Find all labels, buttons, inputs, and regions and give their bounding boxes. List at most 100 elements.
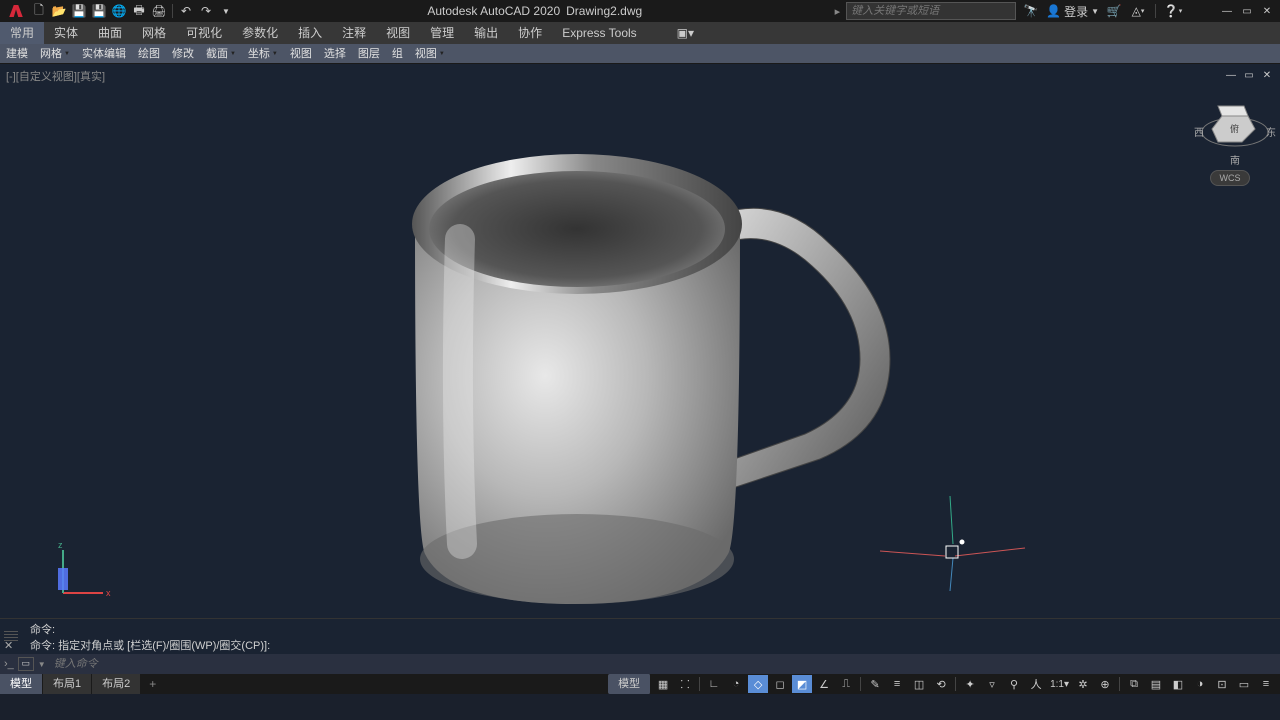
wcs-button[interactable]: WCS xyxy=(1210,170,1250,186)
command-dropdown-icon[interactable]: ▼ xyxy=(38,660,50,669)
ribbon-tab-solid[interactable]: 实体 xyxy=(44,22,88,44)
cart-icon[interactable]: 🛒 xyxy=(1105,2,1123,20)
isodraft-icon[interactable]: ◇ xyxy=(748,675,768,693)
panel-solid-edit[interactable]: 实体编辑 xyxy=(76,44,132,64)
help-icon[interactable]: ❔▾ xyxy=(1164,2,1182,20)
annoscale-icon[interactable]: 人 xyxy=(1026,675,1046,693)
annotation-icon[interactable]: ⚲ xyxy=(1004,675,1024,693)
gizmo-icon[interactable]: ✦ xyxy=(960,675,980,693)
viewcube[interactable]: 俯 西 东 南 WCS xyxy=(1200,94,1270,204)
command-input[interactable] xyxy=(54,658,1276,670)
panel-layer[interactable]: 图层 xyxy=(352,44,386,64)
panel-view[interactable]: 视图 xyxy=(284,44,318,64)
panel-modify[interactable]: 修改 xyxy=(166,44,200,64)
cycling-icon[interactable]: ⟲ xyxy=(931,675,951,693)
panel-section[interactable]: 截面▼ xyxy=(200,44,242,64)
command-close-icon[interactable]: ✕ xyxy=(4,639,13,652)
scale-label[interactable]: 1:1▾ xyxy=(1048,679,1071,690)
web-icon[interactable]: 🌐 xyxy=(110,2,128,20)
viewport-minimize-icon[interactable]: — xyxy=(1224,68,1238,82)
ribbon-tab-insert[interactable]: 插入 xyxy=(288,22,332,44)
ucs-icon[interactable]: x z xyxy=(48,538,118,608)
ribbon-tab-visualize[interactable]: 可视化 xyxy=(176,22,232,44)
ribbon-tab-mesh[interactable]: 网格 xyxy=(132,22,176,44)
viewport-restore-icon[interactable]: ▭ xyxy=(1242,68,1256,82)
command-chevron-icon[interactable]: ›_ xyxy=(4,658,14,670)
ortho-icon[interactable]: ∟ xyxy=(704,675,724,693)
save-icon[interactable]: 💾 xyxy=(70,2,88,20)
status-model-button[interactable]: 模型 xyxy=(608,674,651,694)
panel-view2[interactable]: 视图▼ xyxy=(409,44,451,64)
plot-icon[interactable]: 🖶 xyxy=(130,2,148,20)
3dosnap-icon[interactable]: ◩ xyxy=(792,675,812,693)
minimize-icon[interactable]: — xyxy=(1218,4,1236,18)
polar-icon[interactable]: ◔ xyxy=(726,675,746,693)
panel-select[interactable]: 选择 xyxy=(318,44,352,64)
saveas-icon[interactable]: 💾 xyxy=(90,2,108,20)
dyn-input-icon[interactable]: ✎ xyxy=(865,675,885,693)
svg-text:z: z xyxy=(58,540,63,550)
title-center: Autodesk AutoCAD 2020 Drawing2.dwg xyxy=(237,4,833,18)
snap-icon[interactable]: ⸬ xyxy=(675,675,695,693)
isolate-icon[interactable]: ◑ xyxy=(1190,675,1210,693)
drawing-canvas[interactable]: [-][自定义视图][真实] — ▭ ✕ xyxy=(0,64,1280,618)
tab-layout2[interactable]: 布局2 xyxy=(92,674,141,694)
app-logo[interactable] xyxy=(4,0,28,22)
viewcube-south[interactable]: 南 xyxy=(1230,152,1240,167)
clean-screen-icon[interactable]: ▭ xyxy=(1234,675,1254,693)
status-bar: 模型 布局1 布局2 + 模型 ▦ ⸬ ∟ ◔ ◇ ◻ ◩ ∠ ⎍ ✎ ≡ ◫ … xyxy=(0,674,1280,694)
panel-group[interactable]: 组 xyxy=(386,44,409,64)
lineweight-icon[interactable]: ≡ xyxy=(887,675,907,693)
svg-text:x: x xyxy=(106,588,111,598)
dynamic-ucs-icon[interactable]: ⎍ xyxy=(836,675,856,693)
undo-icon[interactable]: ↶ xyxy=(177,2,195,20)
viewcube-west[interactable]: 西 xyxy=(1194,124,1204,139)
binoculars-icon[interactable]: 🔭 xyxy=(1022,2,1040,20)
grid-icon[interactable]: ▦ xyxy=(653,675,673,693)
ribbon-tab-home[interactable]: 常用 xyxy=(0,22,44,44)
panel-draw[interactable]: 绘图 xyxy=(132,44,166,64)
ribbon-tab-output[interactable]: 输出 xyxy=(464,22,508,44)
viewport-label[interactable]: [-][自定义视图][真实] xyxy=(6,68,105,84)
viewport-close-icon[interactable]: ✕ xyxy=(1260,68,1274,82)
viewcube-east[interactable]: 东 xyxy=(1266,124,1276,139)
new-icon[interactable]: 🗋 xyxy=(30,2,48,20)
transparency-icon[interactable]: ◫ xyxy=(909,675,929,693)
login-button[interactable]: 👤 登录 ▼ xyxy=(1046,3,1099,20)
print-icon[interactable]: 🖨 xyxy=(150,2,168,20)
panel-modeling[interactable]: 建模 xyxy=(0,44,34,64)
customize-icon[interactable]: ≡ xyxy=(1256,675,1276,693)
ribbon-tab-view[interactable]: 视图 xyxy=(376,22,420,44)
osnap-icon[interactable]: ◻ xyxy=(770,675,790,693)
command-prompt-icon[interactable]: ▭ xyxy=(18,657,34,671)
quickprops-icon[interactable]: ▤ xyxy=(1146,675,1166,693)
a360-icon[interactable]: ◬▾ xyxy=(1129,2,1147,20)
hardware-icon[interactable]: ⊡ xyxy=(1212,675,1232,693)
layout-tabs: 模型 布局1 布局2 + xyxy=(0,674,164,694)
workspace-icon[interactable]: ✲ xyxy=(1073,675,1093,693)
qat-dropdown-icon[interactable]: ▼ xyxy=(217,2,235,20)
panel-coords[interactable]: 坐标▼ xyxy=(242,44,284,64)
ribbon-tab-surface[interactable]: 曲面 xyxy=(88,22,132,44)
search-input[interactable] xyxy=(846,2,1016,20)
ribbon-tab-parametric[interactable]: 参数化 xyxy=(232,22,288,44)
close-icon[interactable]: ✕ xyxy=(1258,4,1276,18)
restore-icon[interactable]: ▭ xyxy=(1238,4,1256,18)
add-layout-icon[interactable]: + xyxy=(141,677,164,691)
ribbon-tab-express[interactable]: Express Tools xyxy=(552,22,646,44)
open-icon[interactable]: 📂 xyxy=(50,2,68,20)
filter-icon[interactable]: ▿ xyxy=(982,675,1002,693)
tab-model[interactable]: 模型 xyxy=(0,674,43,694)
login-label: 登录 xyxy=(1064,3,1088,20)
ribbon-tab-annotate[interactable]: 注释 xyxy=(332,22,376,44)
panel-mesh[interactable]: 网格▼ xyxy=(34,44,76,64)
units-icon[interactable]: ⧉ xyxy=(1124,675,1144,693)
otrack-icon[interactable]: ∠ xyxy=(814,675,834,693)
annomon-icon[interactable]: ⊕ xyxy=(1095,675,1115,693)
ribbon-tab-collab[interactable]: 协作 xyxy=(508,22,552,44)
redo-icon[interactable]: ↷ xyxy=(197,2,215,20)
ribbon-apps-icon[interactable]: ▣▾ xyxy=(667,22,704,44)
tab-layout1[interactable]: 布局1 xyxy=(43,674,92,694)
ribbon-tab-manage[interactable]: 管理 xyxy=(420,22,464,44)
lock-ui-icon[interactable]: ◧ xyxy=(1168,675,1188,693)
